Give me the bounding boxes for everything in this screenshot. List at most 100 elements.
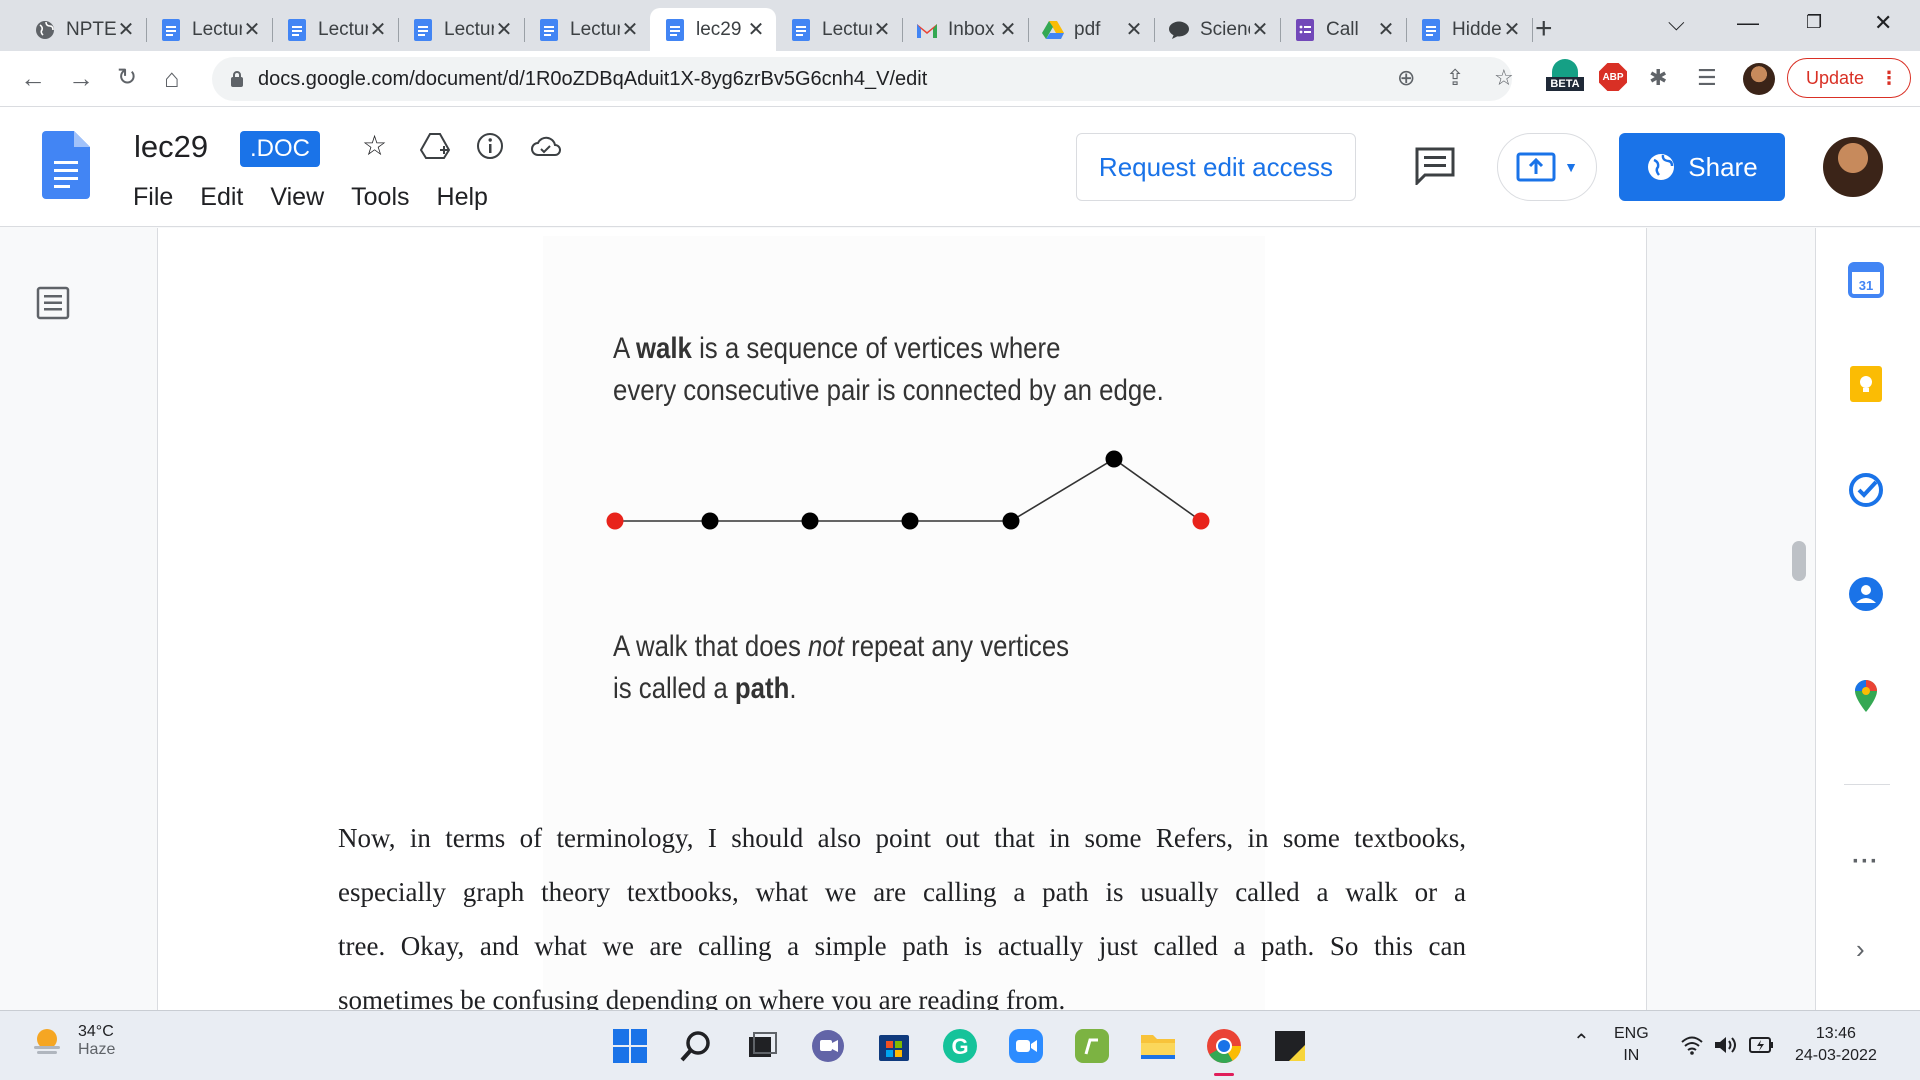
menu-view[interactable]: View: [270, 183, 324, 212]
browser-tab[interactable]: Science✕: [1154, 8, 1281, 51]
browser-tab[interactable]: NPTEL✕: [20, 8, 147, 51]
graph-vertex: [1105, 450, 1123, 468]
browser-tab[interactable]: Lecture✕: [146, 8, 273, 51]
browser-tab[interactable]: Hidden✕: [1406, 8, 1533, 51]
file-explorer-icon[interactable]: [1136, 1024, 1180, 1068]
contacts-icon[interactable]: [1848, 576, 1884, 612]
update-button[interactable]: Update ⋮: [1787, 58, 1911, 98]
browser-tab[interactable]: Lecture✕: [398, 8, 525, 51]
bookmark-star-icon[interactable]: ☆: [1494, 65, 1514, 91]
graph-vertex-end: [1192, 512, 1210, 530]
side-panel: 31 ··· ›: [1815, 228, 1920, 1010]
forward-icon[interactable]: →: [68, 63, 94, 94]
docs-logo-icon[interactable]: [42, 131, 90, 199]
task-view-icon[interactable]: [740, 1024, 784, 1068]
minimize-icon[interactable]: —: [1737, 10, 1759, 36]
close-tab-icon[interactable]: ✕: [872, 17, 892, 42]
close-tab-icon[interactable]: ✕: [1124, 17, 1144, 42]
browser-tab[interactable]: Lecture✕: [524, 8, 651, 51]
document-canvas: A walk is a sequence of vertices where e…: [0, 228, 1815, 1010]
volume-icon[interactable]: [1713, 1035, 1739, 1055]
reload-icon[interactable]: ↻: [117, 63, 137, 92]
request-edit-access-button[interactable]: Request edit access: [1076, 133, 1356, 201]
new-tab-button[interactable]: +: [1535, 12, 1553, 46]
document-body-paragraph[interactable]: Now, in terms of terminology, I should a…: [338, 811, 1466, 1010]
menu-help[interactable]: Help: [437, 183, 488, 212]
close-tab-icon[interactable]: ✕: [116, 17, 136, 42]
teams-chat-icon[interactable]: [806, 1024, 850, 1068]
extensions-puzzle-icon[interactable]: ✱: [1649, 65, 1667, 91]
tab-title: NPTEL: [66, 18, 116, 40]
vertical-scrollbar-thumb[interactable]: [1792, 541, 1806, 581]
info-icon[interactable]: [476, 132, 504, 160]
close-tab-icon[interactable]: ✕: [998, 17, 1018, 42]
graph-vertex: [801, 512, 819, 530]
restore-icon[interactable]: ❐: [1806, 12, 1822, 33]
weather-widget[interactable]: 34°C Haze: [30, 1023, 115, 1059]
adblock-icon[interactable]: ABP: [1599, 63, 1627, 91]
star-icon[interactable]: ☆: [362, 129, 387, 162]
move-to-drive-icon[interactable]: [420, 132, 450, 160]
browser-tab[interactable]: pdf ✕: [1028, 8, 1155, 51]
microsoft-store-icon[interactable]: [872, 1024, 916, 1068]
search-icon[interactable]: [674, 1024, 718, 1068]
browser-tab-strip: NPTEL✕Lecture✕Lecture✕Lecture✕Lecture✕le…: [0, 0, 1920, 51]
tab-title: pdf: [1074, 18, 1101, 40]
language-indicator[interactable]: ENG IN: [1614, 1023, 1649, 1067]
browser-tab[interactable]: Call ✕: [1280, 8, 1407, 51]
wifi-icon[interactable]: [1680, 1035, 1704, 1055]
menu-file[interactable]: File: [133, 183, 173, 212]
document-outline-icon[interactable]: [36, 286, 70, 320]
zoom-app-icon[interactable]: [1004, 1024, 1048, 1068]
comments-icon[interactable]: [1415, 147, 1455, 185]
sticky-notes-icon[interactable]: [1268, 1024, 1312, 1068]
grammarly-beta-icon[interactable]: BETA: [1546, 59, 1584, 91]
chevron-right-icon[interactable]: ›: [1856, 934, 1865, 965]
zoom-icon[interactable]: ⊕: [1397, 65, 1415, 91]
close-window-icon[interactable]: ✕: [1874, 10, 1892, 36]
forms-icon: [1294, 18, 1316, 41]
keep-icon[interactable]: [1848, 366, 1884, 402]
side-panel-divider: [1844, 784, 1890, 785]
grammarly-icon[interactable]: G: [938, 1024, 982, 1068]
share-button[interactable]: Share: [1619, 133, 1785, 201]
close-tab-icon[interactable]: ✕: [746, 17, 766, 42]
share-page-icon[interactable]: ⇪: [1446, 65, 1464, 91]
browser-tab[interactable]: Lecture✕: [272, 8, 399, 51]
tab-search-icon[interactable]: ⌵: [1668, 10, 1685, 36]
menu-tools[interactable]: Tools: [351, 183, 409, 212]
browser-tab[interactable]: Inbox ✕: [902, 8, 1029, 51]
present-to-meeting-button[interactable]: ▼: [1497, 133, 1597, 201]
back-icon[interactable]: ←: [20, 63, 46, 94]
cloud-saved-icon[interactable]: [530, 134, 562, 158]
gmail-icon: [916, 19, 938, 41]
tasks-icon[interactable]: [1848, 472, 1884, 508]
document-page[interactable]: A walk is a sequence of vertices where e…: [157, 228, 1647, 1010]
clock[interactable]: 13:46 24-03-2022: [1795, 1023, 1877, 1067]
calendar-icon[interactable]: 31: [1848, 262, 1884, 298]
user-avatar[interactable]: [1823, 137, 1883, 197]
close-tab-icon[interactable]: ✕: [1250, 17, 1270, 42]
close-tab-icon[interactable]: ✕: [494, 17, 514, 42]
close-tab-icon[interactable]: ✕: [1376, 17, 1396, 42]
media-control-icon[interactable]: ☰: [1697, 65, 1717, 91]
maps-icon[interactable]: [1848, 678, 1884, 714]
notepad-green-icon[interactable]: [1070, 1024, 1114, 1068]
browser-tab[interactable]: Lecture✕: [776, 8, 903, 51]
more-horiz-icon[interactable]: ···: [1852, 848, 1879, 876]
chrome-icon[interactable]: [1202, 1024, 1246, 1068]
close-tab-icon[interactable]: ✕: [1502, 17, 1522, 42]
tab-title: Call: [1326, 18, 1359, 40]
close-tab-icon[interactable]: ✕: [242, 17, 262, 42]
address-bar[interactable]: docs.google.com/document/d/1R0oZDBqAduit…: [212, 57, 1512, 101]
document-title[interactable]: lec29: [134, 129, 208, 165]
show-hidden-icons-icon[interactable]: ⌃: [1573, 1031, 1590, 1053]
close-tab-icon[interactable]: ✕: [620, 17, 640, 42]
start-menu-icon[interactable]: [608, 1024, 652, 1068]
home-icon[interactable]: ⌂: [164, 63, 180, 94]
browser-tab-active[interactable]: lec29 ✕: [650, 8, 776, 51]
close-tab-icon[interactable]: ✕: [368, 17, 388, 42]
menu-edit[interactable]: Edit: [200, 183, 243, 212]
battery-icon[interactable]: [1748, 1035, 1776, 1055]
profile-avatar[interactable]: [1743, 63, 1775, 95]
